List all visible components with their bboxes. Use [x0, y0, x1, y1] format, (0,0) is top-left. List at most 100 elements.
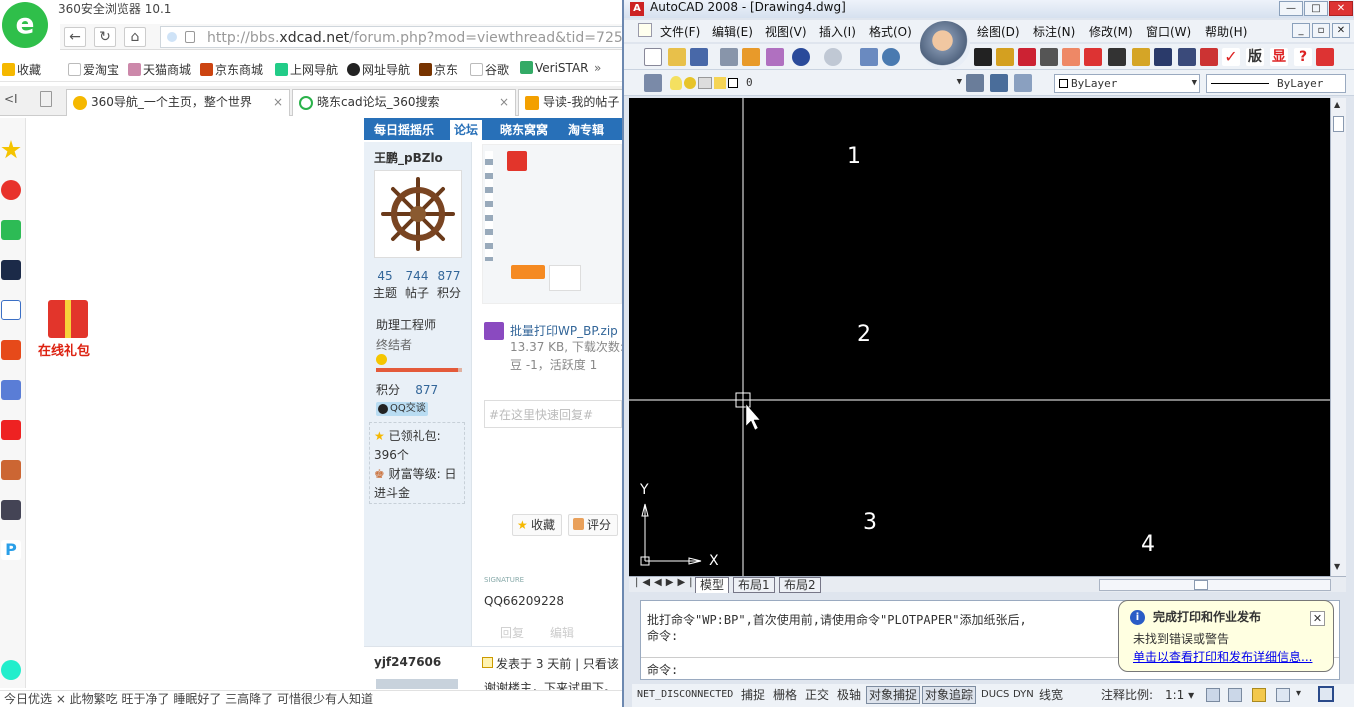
- game2-icon[interactable]: [1, 380, 21, 400]
- scroll-down-icon[interactable]: ▼: [1334, 562, 1340, 571]
- lock-icon[interactable]: [714, 77, 726, 89]
- stat-points[interactable]: 877 积分: [434, 268, 464, 302]
- game-icon[interactable]: [1, 260, 21, 280]
- new-file-icon[interactable]: [644, 48, 662, 66]
- browser-logo-icon[interactable]: e: [2, 2, 48, 48]
- close-button[interactable]: ✕: [1329, 1, 1353, 16]
- calculator-icon[interactable]: [1084, 48, 1102, 66]
- game4-icon[interactable]: [1, 460, 21, 480]
- plot-complete-balloon[interactable]: i 完成打印和作业发布 ✕ 未找到错误或警告 单击以查看打印和发布详细信息...: [1118, 600, 1334, 672]
- status-ortho[interactable]: 正交: [802, 686, 832, 704]
- tab-scroll-arrows-icon[interactable]: |◀◀▶▶|: [635, 577, 697, 588]
- doc-restore-button[interactable]: ▫: [1312, 23, 1330, 38]
- menu-file[interactable]: 文件(F): [660, 23, 700, 40]
- balloon-close-icon[interactable]: ✕: [1310, 611, 1325, 626]
- menu-help[interactable]: 帮助(H): [1205, 23, 1247, 40]
- star-icon[interactable]: [1, 140, 21, 159]
- status-ducs[interactable]: DUCS: [978, 686, 1012, 704]
- rate-button[interactable]: 评分: [568, 514, 619, 536]
- fav-item-veristar[interactable]: VeriSTAR: [520, 61, 589, 75]
- drawing-viewport[interactable]: 1 2 3 4 Y X: [629, 98, 1330, 576]
- design-center-icon[interactable]: [996, 48, 1014, 66]
- balloon-details-link[interactable]: 单击以查看打印和发布详细信息...: [1133, 648, 1312, 665]
- second-post-user[interactable]: yjf247606: [374, 655, 441, 669]
- tab-360search[interactable]: 晓东cad论坛_360搜索 ×: [292, 89, 516, 116]
- reload-icon[interactable]: ↻: [94, 27, 116, 47]
- tab-layout1[interactable]: 布局1: [733, 577, 775, 593]
- word-icon[interactable]: [1, 300, 21, 320]
- fav-item-jd[interactable]: 京东商城: [200, 61, 263, 78]
- chinese-char-icon[interactable]: 版: [1246, 48, 1264, 66]
- status-net[interactable]: NET_DISCONNECTED: [634, 686, 736, 704]
- layer-states-icon[interactable]: [1014, 74, 1032, 92]
- clean-screen-icon[interactable]: [1318, 686, 1334, 702]
- fav-item-nav2[interactable]: 网址导航: [347, 61, 410, 78]
- tab-close-icon[interactable]: ×: [499, 90, 509, 115]
- layer-manager-icon[interactable]: [644, 74, 662, 92]
- gift-widget[interactable]: 在线礼包: [38, 290, 98, 368]
- color-dropdown[interactable]: ByLayer ▼: [1054, 74, 1200, 93]
- weibo-icon[interactable]: [1, 180, 21, 200]
- plus-icon[interactable]: [1, 660, 21, 680]
- open-folder-icon[interactable]: [668, 48, 686, 66]
- stat-posts[interactable]: 744 帖子: [402, 268, 432, 302]
- tab-layout2[interactable]: 布局2: [779, 577, 821, 593]
- zoom-icon[interactable]: [882, 48, 900, 66]
- redo-icon[interactable]: [824, 48, 842, 66]
- annotation-scale-value[interactable]: 1:1 ▾: [1162, 686, 1197, 704]
- menu-window[interactable]: 窗口(W): [1146, 23, 1191, 40]
- vertical-scrollbar[interactable]: ▲ ▼: [1330, 98, 1346, 576]
- doc-close-button[interactable]: ✕: [1332, 23, 1350, 38]
- layer-color-swatch[interactable]: [728, 78, 738, 88]
- p-icon[interactable]: P: [1, 540, 21, 560]
- plot-icon[interactable]: [1154, 48, 1172, 66]
- menu-draw[interactable]: 绘图(D): [977, 23, 1020, 40]
- tab-model[interactable]: 模型: [695, 577, 730, 593]
- status-otrack[interactable]: 对象追踪: [922, 686, 977, 704]
- post-screenshot-image[interactable]: [482, 144, 622, 304]
- help-icon[interactable]: ?: [1294, 48, 1312, 66]
- restore-button[interactable]: □: [1304, 1, 1328, 16]
- game3-icon[interactable]: [1, 420, 21, 440]
- avatar[interactable]: [374, 170, 462, 258]
- save-icon[interactable]: [690, 48, 708, 66]
- pan-icon[interactable]: [860, 48, 878, 66]
- menu-view[interactable]: 视图(V): [765, 23, 807, 40]
- menu-format[interactable]: 格式(O): [869, 23, 912, 40]
- document-icon[interactable]: [638, 23, 652, 37]
- lock-icon[interactable]: [1252, 688, 1266, 702]
- address-input[interactable]: http://bbs.xdcad.net/forum.php?mod=viewt…: [160, 26, 622, 48]
- fav-item-google[interactable]: 谷歌: [470, 61, 509, 78]
- attachment-link[interactable]: 批量打印WP_BP.zip: [510, 322, 618, 339]
- status-dyn[interactable]: DYN: [1010, 686, 1037, 704]
- status-polar[interactable]: 极轴: [834, 686, 864, 704]
- status-grid[interactable]: 栅格: [770, 686, 800, 704]
- game5-icon[interactable]: [1, 500, 21, 520]
- scissors-icon[interactable]: [1108, 48, 1126, 66]
- layer-dropdown[interactable]: 0 ▼: [742, 74, 964, 93]
- tablet-icon[interactable]: [40, 91, 52, 107]
- auto-scale-icon[interactable]: [1228, 688, 1242, 702]
- status-menu-icon[interactable]: ▾: [1296, 688, 1301, 699]
- reply-link[interactable]: 回复: [500, 624, 524, 641]
- horizontal-scroll-thumb[interactable]: [1194, 580, 1208, 590]
- fav-more-icon[interactable]: »: [594, 61, 601, 75]
- plot-status-icon[interactable]: [1276, 688, 1290, 702]
- match-properties-icon[interactable]: [742, 48, 760, 66]
- sun-icon[interactable]: [684, 77, 696, 89]
- second-post-avatar[interactable]: [376, 679, 458, 689]
- vertical-scroll-thumb[interactable]: [1333, 116, 1344, 132]
- status-lineweight[interactable]: 线宽: [1036, 686, 1066, 704]
- fav-item-nav1[interactable]: 上网导航: [275, 61, 338, 78]
- username[interactable]: 王鹏_pBZlo: [374, 149, 443, 166]
- tab-daodu[interactable]: 导读-我的帖子: [518, 89, 622, 116]
- forum-nav-item[interactable]: 每日摇摇乐: [374, 121, 434, 138]
- make-current-layer-icon[interactable]: [966, 74, 984, 92]
- horizontal-scrollbar[interactable]: [1099, 579, 1331, 591]
- tab-nav-back-icon[interactable]: <I: [4, 92, 18, 106]
- check-icon[interactable]: ✓: [1222, 48, 1240, 66]
- plot-preview-icon[interactable]: [1178, 48, 1196, 66]
- command-prompt[interactable]: 命令:: [647, 661, 678, 678]
- stat-topics[interactable]: 45 主题: [370, 268, 400, 302]
- annotation-visibility-icon[interactable]: [1206, 688, 1220, 702]
